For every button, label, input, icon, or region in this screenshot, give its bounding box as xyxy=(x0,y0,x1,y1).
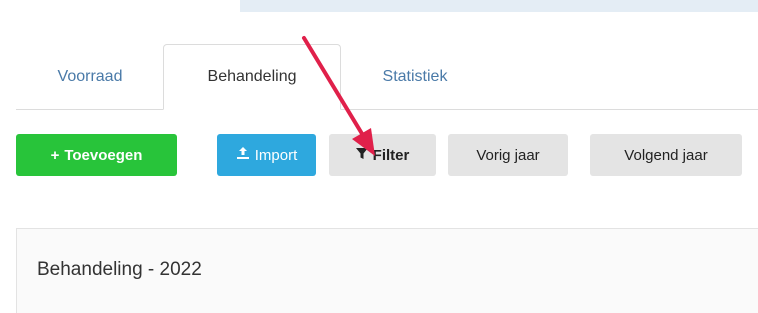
next-year-label: Volgend jaar xyxy=(624,146,708,164)
add-button-label: Toevoegen xyxy=(64,146,143,164)
top-strip xyxy=(240,0,758,12)
plus-icon: + xyxy=(50,146,60,164)
filter-button-label: Filter xyxy=(372,146,410,164)
tab-statistiek-label: Statistiek xyxy=(382,67,448,85)
import-button-label: Import xyxy=(254,146,298,164)
panel-title: Behandeling - 2022 xyxy=(37,259,202,280)
tab-behandeling-label: Behandeling xyxy=(207,68,297,85)
next-year-button[interactable]: Volgend jaar xyxy=(590,134,742,176)
treatment-panel: Behandeling - 2022 xyxy=(16,228,758,313)
add-button[interactable]: + Toevoegen xyxy=(16,134,177,176)
tab-voorraad-label: Voorraad xyxy=(57,67,123,85)
previous-year-button[interactable]: Vorig jaar xyxy=(448,134,568,176)
upload-icon xyxy=(236,146,250,164)
tab-behandeling[interactable]: Behandeling xyxy=(163,44,341,110)
tab-statistiek[interactable]: Statistiek xyxy=(349,44,481,109)
tab-voorraad[interactable]: Voorraad xyxy=(24,44,156,109)
previous-year-label: Vorig jaar xyxy=(476,146,540,164)
filter-button[interactable]: Filter xyxy=(329,134,436,176)
import-button[interactable]: Import xyxy=(217,134,316,176)
tab-bar: Voorraad Behandeling Statistiek xyxy=(16,44,758,110)
filter-icon xyxy=(355,147,368,164)
